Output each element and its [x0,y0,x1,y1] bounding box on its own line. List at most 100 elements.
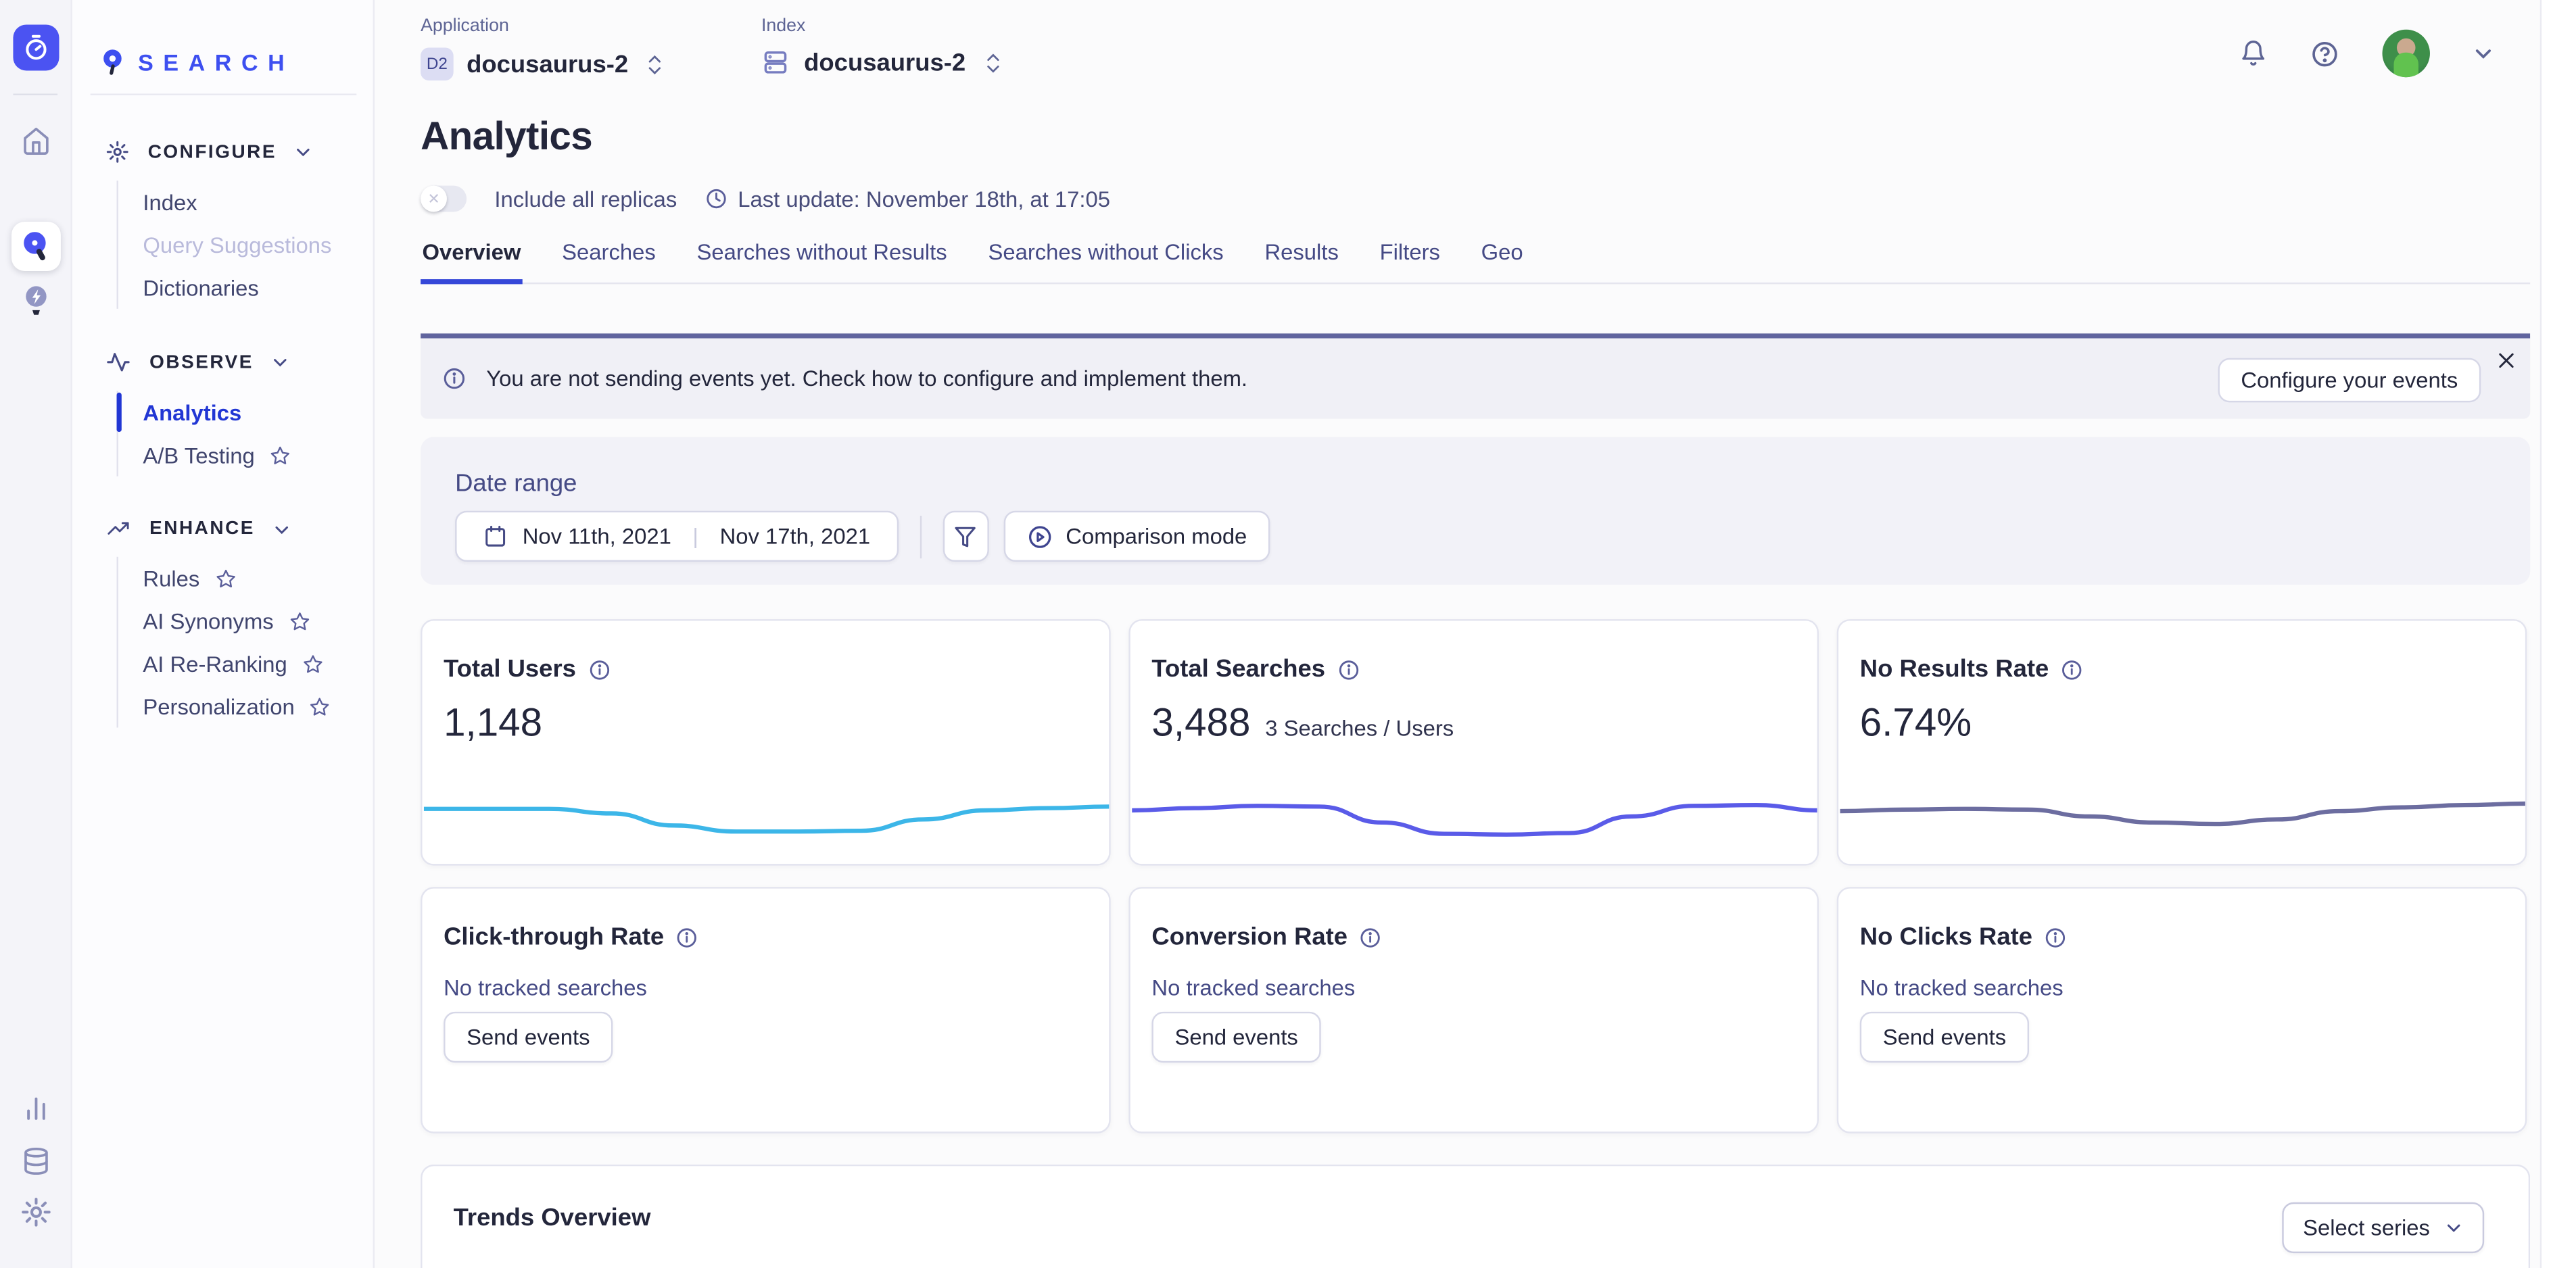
sidebar-item-index[interactable]: Index [143,180,373,223]
help-icon[interactable] [2310,39,2340,68]
nav-head-observe[interactable]: OBSERVE [105,350,373,374]
star-icon [270,444,291,466]
tab-filters[interactable]: Filters [1378,240,1441,285]
send-events-button[interactable]: Send events [1151,1012,1320,1063]
nav-head-configure[interactable]: CONFIGURE [105,140,373,164]
nav-section-enhance: ENHANCE Rules AI Synonyms AI R [105,517,373,727]
sidebar-item-query-suggestions[interactable]: Query Suggestions [143,223,373,266]
conversion-rate-card: Conversion Rate No tracked searches Send… [1128,887,1819,1133]
comparison-mode-button[interactable]: Comparison mode [1003,511,1270,562]
page-title: Analytics [421,115,2530,161]
total-users-card: Total Users 1,148 [421,619,1111,865]
card-title: Total Searches [1151,656,1325,683]
card-value: 3,488 [1151,702,1250,748]
algolia-logo-button[interactable] [13,24,59,70]
trends-title: Trends Overview [423,1166,2529,1232]
date-range-button[interactable]: Nov 11th, 2021 | Nov 17th, 2021 [455,511,898,562]
info-icon [442,366,467,391]
info-icon[interactable] [675,925,698,948]
date-end: Nov 17th, 2021 [720,524,871,548]
nav-head-enhance[interactable]: ENHANCE [105,517,373,540]
select-series-button[interactable]: Select series [2282,1202,2485,1253]
user-avatar[interactable] [2383,30,2430,77]
no-results-rate-sparkline [1840,764,2527,862]
send-events-button[interactable]: Send events [444,1012,613,1063]
card-title: Conversion Rate [1151,923,1347,951]
tab-overview[interactable]: Overview [421,240,523,285]
nav-section-configure: CONFIGURE Index Query Suggestions Dictio… [105,140,373,309]
sidebar-item-ai-re-ranking[interactable]: AI Re-Ranking [143,642,373,685]
data-icon[interactable] [0,1146,72,1176]
info-icon[interactable] [1337,658,1360,681]
chevron-down-icon [2445,1219,2463,1237]
nav-items-configure: Index Query Suggestions Dictionaries [117,180,373,309]
settings-gear-icon[interactable] [0,1196,72,1229]
index-label: Index [761,16,1000,36]
filter-button[interactable] [943,511,988,562]
info-icon[interactable] [1359,925,1382,948]
sidebar-item-dictionaries[interactable]: Dictionaries [143,266,373,309]
info-icon[interactable] [2044,925,2067,948]
recommend-bulb-icon[interactable] [0,283,72,318]
notifications-bell-icon[interactable] [2239,39,2267,67]
empty-state-text: No tracked searches [1838,951,2525,1000]
calendar-icon [483,524,507,548]
date-start: Nov 11th, 2021 [523,524,671,548]
scrollbar-gutter[interactable] [2540,0,2576,1268]
send-events-button[interactable]: Send events [1860,1012,2029,1063]
nav-items-enhance: Rules AI Synonyms AI Re-Ranking Personal… [117,557,373,728]
analytics-tabs: Overview Searches Searches without Resul… [421,240,2530,285]
last-update: Last update: November 18th, at 17:05 [705,187,1110,211]
star-icon [214,568,236,589]
sidebar-item-rules[interactable]: Rules [143,557,373,600]
nav-items-observe: Analytics A/B Testing [117,391,373,476]
tab-geo[interactable]: Geo [1479,240,1525,285]
sidebar-item-analytics[interactable]: Analytics [143,391,373,433]
info-icon[interactable] [2060,658,2083,681]
chevron-down-icon [295,143,313,161]
no-results-rate-card: No Results Rate 6.74% [1837,619,2527,865]
application-badge: D2 [421,47,454,80]
tab-searches-without-results[interactable]: Searches without Results [695,240,949,285]
empty-state-text: No tracked searches [1130,951,1817,1000]
card-value: 1,148 [444,702,542,748]
monitoring-icon[interactable] [0,1096,72,1122]
funnel-icon [953,524,978,548]
sidebar-item-ab-testing[interactable]: A/B Testing [143,434,373,477]
application-selector[interactable]: Application D2 docusaurus-2 [421,16,663,80]
header-actions [2239,30,2494,77]
events-banner: You are not sending events yet. Check ho… [421,333,2530,418]
include-replicas-toggle[interactable]: ✕ [421,186,467,212]
metrics-row-2: Click-through Rate No tracked searches S… [421,887,2530,1133]
tab-searches-without-clicks[interactable]: Searches without Clicks [986,240,1225,285]
home-icon[interactable] [0,126,72,156]
close-icon[interactable] [2496,350,2517,372]
nav-section-label: OBSERVE [149,352,254,372]
nav-section-observe: OBSERVE Analytics A/B Testing [105,350,373,477]
play-circle-icon [1026,523,1053,550]
search-product-button[interactable] [11,222,61,271]
tab-searches[interactable]: Searches [560,240,657,285]
account-chevron-down-icon[interactable] [2473,43,2494,64]
info-icon[interactable] [588,658,611,681]
date-range-label: Date range [455,470,2497,497]
card-title: Click-through Rate [444,923,664,951]
sidebar-item-personalization[interactable]: Personalization [143,685,373,727]
sidebar-item-ai-synonyms[interactable]: AI Synonyms [143,600,373,642]
configure-events-button[interactable]: Configure your events [2218,358,2481,403]
rail-divider [13,94,57,95]
chevron-up-down-icon[interactable] [648,53,663,75]
card-title: No Clicks Rate [1860,923,2032,951]
index-selector[interactable]: Index docusaurus-2 [761,16,1000,80]
chevron-down-icon [272,353,290,371]
search-pin-icon [20,230,53,263]
tab-results[interactable]: Results [1263,240,1340,285]
application-label: Application [421,16,663,36]
chevron-up-down-icon[interactable] [985,52,1000,74]
trending-up-icon [105,517,132,540]
date-range-panel: Date range Nov 11th, 2021 | Nov 17th, 20… [421,437,2530,585]
index-stack-icon [761,47,791,77]
nav-section-label: CONFIGURE [148,142,277,162]
icon-rail [0,0,72,1268]
gear-icon [105,140,130,164]
